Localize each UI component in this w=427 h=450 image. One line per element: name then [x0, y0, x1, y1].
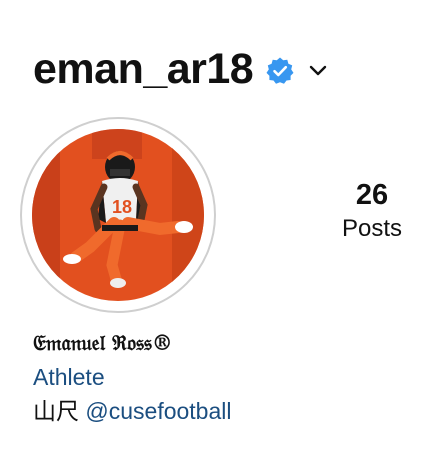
bio-text-line: 山尺 @cusefootball [33, 394, 232, 428]
svg-text:18: 18 [112, 197, 132, 217]
posts-count: 26 [355, 179, 389, 211]
avatar[interactable]: 18 [32, 129, 204, 301]
profile-photo: 18 [32, 129, 204, 301]
username-title[interactable]: eman_ar18 [33, 44, 254, 94]
mention-link[interactable]: @cusefootball [85, 398, 231, 424]
verified-badge-icon [265, 56, 295, 86]
bio-section: 𝔈𝔪𝔞𝔫𝔲𝔢𝔩 ℜ𝔬𝔰𝔰® Athlete 山尺 @cusefootball [33, 328, 232, 428]
posts-label: Posts [341, 215, 403, 242]
posts-stat[interactable]: 26 Posts [322, 178, 422, 244]
category-label: Athlete [33, 364, 105, 390]
bio-prefix-text: 山尺 [33, 398, 79, 424]
chevron-down-icon[interactable] [307, 59, 329, 81]
display-name: 𝔈𝔪𝔞𝔫𝔲𝔢𝔩 ℜ𝔬𝔰𝔰® [33, 330, 173, 355]
profile-header: eman_ar18 [33, 44, 329, 94]
